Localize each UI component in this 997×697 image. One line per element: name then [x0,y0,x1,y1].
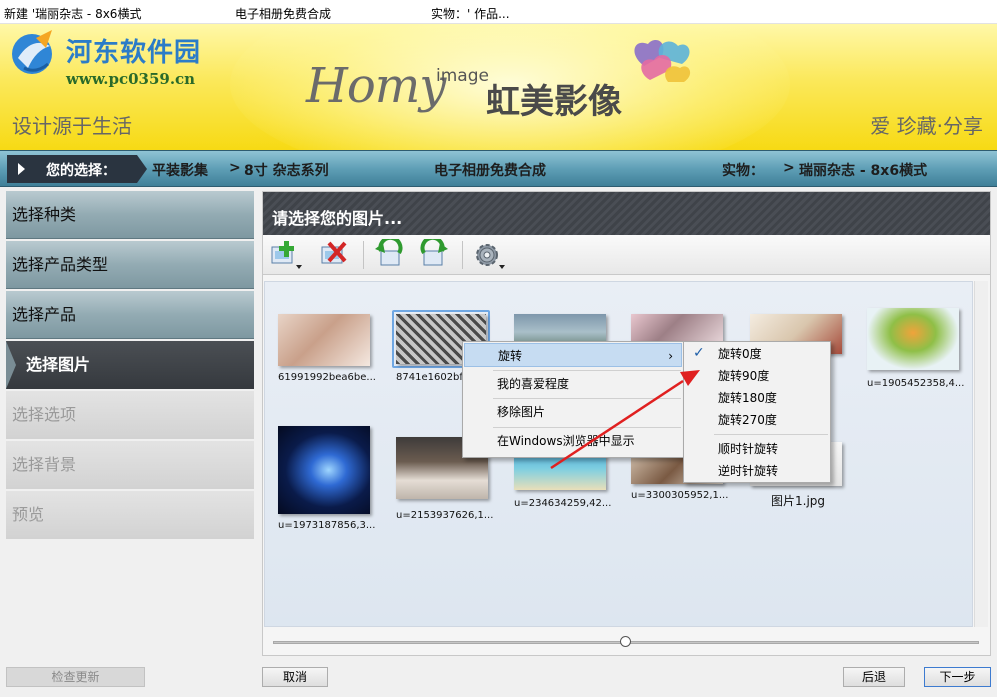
breadcrumb-separator-1: > [229,160,241,176]
sidebar-item-select-options: 选择选项 [6,391,254,439]
photo-caption: u=234634259,42... [514,498,612,509]
breadcrumb: 您的选择： 平装影集 > 8寸 杂志系列 电子相册免费合成 实物： > 瑞丽杂志… [0,150,997,187]
menu-separator [493,370,681,371]
brand-hearts-icon [634,40,691,82]
photo-image [867,308,959,370]
next-button[interactable]: 下一步 [924,667,991,687]
sidebar-item-select-product-type[interactable]: 选择产品类型 [6,241,254,289]
sidebar-item-select-background: 选择背景 [6,441,254,489]
sidebar-steps: 选择种类 选择产品类型 选择产品 选择图片 选择选项 选择背景 预览 [6,191,254,541]
submenu-item-rotate-90[interactable]: 旋转90度 [685,365,829,387]
menu-item-rotate[interactable]: 旋转 › [464,343,682,367]
breadcrumb-label: 您的选择： [46,163,116,179]
photo-caption: u=1973187856,3... [278,520,376,531]
submenu-item-rotate-counterclockwise[interactable]: 逆时针旋转 [685,460,829,482]
banner-slogan: 设计源于生活 [12,114,132,138]
settings-gear-icon[interactable] [471,239,505,271]
submenu-item-rotate-0[interactable]: 旋转0度 [685,343,829,365]
rotate-left-icon[interactable] [373,239,407,271]
watermark-logo-icon [12,30,52,74]
photo-caption: 61991992bea6be... [278,372,376,383]
image-toolbar [263,235,990,275]
submenu-item-rotate-270[interactable]: 旋转270度 [685,409,829,431]
photo-image [278,314,370,366]
breadcrumb-physical-label: 实物： [722,163,764,179]
panel-title: 请选择您的图片... [272,209,403,228]
photo-caption: 图片1.jpg [771,494,826,508]
menu-separator [493,398,681,399]
banner-slogan-right: 爱 珍藏·分享 [870,114,983,138]
window-title: 新建 '瑞丽杂志 - 8x6横式 [4,7,142,21]
toolbar-separator [462,241,463,269]
brand-name-cn: 虹美影像 [486,82,622,122]
panel-header: 请选择您的图片... [263,192,990,235]
photo-image [278,426,370,514]
breadcrumb-service: 电子相册免费合成 [434,163,546,179]
back-button[interactable]: 后退 [843,667,905,687]
rotate-submenu: ✓ 旋转0度 旋转90度 旋转180度 旋转270度 顺时针旋转 逆时针旋转 [683,341,831,483]
photo-caption: u=2153937626,1... [396,510,494,521]
menu-separator [493,427,681,428]
brand-logo-image: image [436,66,489,86]
menu-item-show-in-explorer[interactable]: 在Windows浏览器中显示 [464,429,682,453]
submenu-item-rotate-180[interactable]: 旋转180度 [685,387,829,409]
check-update-button[interactable]: 检查更新 [6,667,145,687]
photo-caption: u=1905452358,4... [867,378,965,389]
sidebar-item-select-category[interactable]: 选择种类 [6,191,254,239]
photo-caption: u=3300305952,1... [631,490,729,501]
photo-grid-scrollbar[interactable] [974,281,988,627]
menu-item-favorite-level[interactable]: 我的喜爱程度 [464,372,682,396]
brand-logo-homy: Homy [306,58,446,114]
sidebar-item-select-images[interactable]: 选择图片 [6,341,254,389]
sidebar-item-select-product[interactable]: 选择产品 [6,291,254,339]
window-title-service: 电子相册免费合成 [235,7,332,21]
thumbnail-size-slider-knob[interactable] [620,636,631,647]
window-titlebar: 新建 '瑞丽杂志 - 8x6横式 电子相册免费合成 实物：' 作品... [0,0,997,24]
menu-item-rotate-label: 旋转 [498,349,523,363]
rotate-right-icon[interactable] [416,239,450,271]
breadcrumb-path-2: 8寸 杂志系列 [244,163,329,179]
breadcrumb-arrow-icon [7,155,37,183]
watermark-url: www.pc0359.cn [66,70,196,88]
photo-context-menu: 旋转 › 我的喜爱程度 移除图片 在Windows浏览器中显示 [462,341,684,458]
sidebar-item-preview: 预览 [6,491,254,539]
breadcrumb-physical-value: 瑞丽杂志 - 8x6横式 [799,163,928,179]
delete-image-icon[interactable] [317,239,351,271]
cancel-button[interactable]: 取消 [262,667,328,687]
menu-separator [714,434,828,435]
breadcrumb-separator-2: > [783,160,795,176]
watermark-text: 河东软件园 [66,38,202,68]
submenu-item-rotate-clockwise[interactable]: 顺时针旋转 [685,438,829,460]
window-title-physical: 实物：' 作品... [431,7,510,21]
menu-item-remove-image[interactable]: 移除图片 [464,400,682,424]
add-image-icon[interactable] [269,239,303,271]
header-banner: 河东软件园 www.pc0359.cn Homy image 虹美影像 设计源于… [0,24,997,150]
submenu-chevron-right-icon: › [668,349,673,363]
toolbar-separator [363,241,364,269]
breadcrumb-path-1: 平装影集 [152,163,208,179]
